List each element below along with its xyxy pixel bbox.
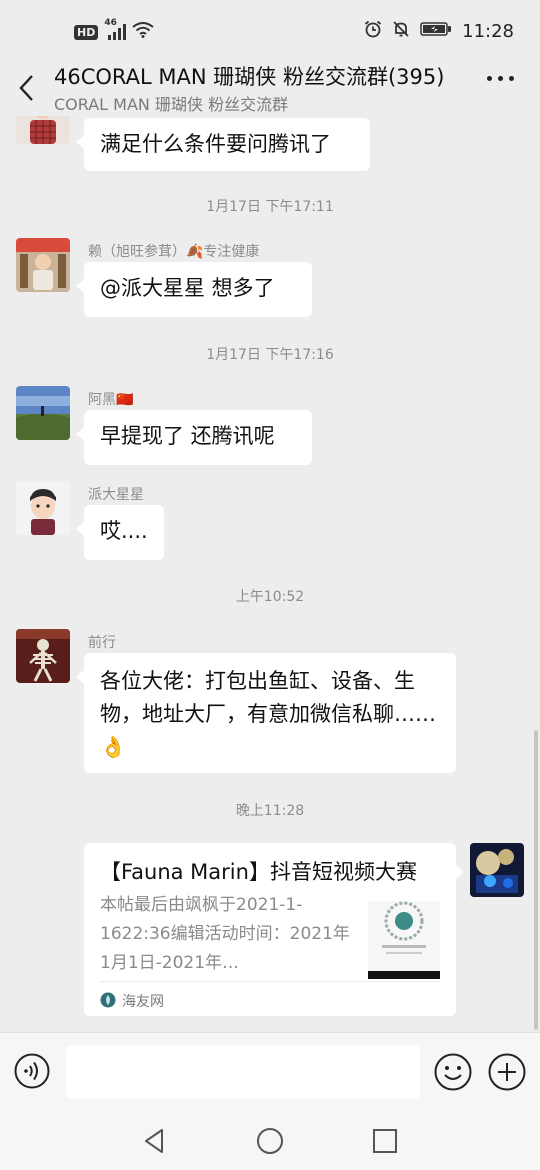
link-card-title: 【Fauna Marin】抖音短视频大赛 bbox=[100, 860, 417, 884]
input-bar bbox=[0, 1032, 540, 1113]
avatar[interactable] bbox=[16, 238, 70, 292]
status-bar: HD 46 11:28 bbox=[0, 0, 540, 64]
system-nav-bar bbox=[0, 1112, 540, 1170]
sender-name: 前行 bbox=[88, 635, 116, 651]
link-card[interactable]: 【Fauna Marin】抖音短视频大赛 本帖最后由飒枫于2021-1-1622… bbox=[84, 843, 464, 1016]
mute-bell-icon bbox=[392, 20, 410, 42]
message-text: @派大星星 想多了 bbox=[100, 276, 275, 300]
chat-title: 46CORAL MAN 珊瑚侠 粉丝交流群(395) bbox=[54, 65, 445, 89]
message-text: 哎.... bbox=[100, 519, 148, 543]
network-indicators: HD 46 bbox=[74, 18, 154, 42]
message-timestamp: 晚上11:28 bbox=[235, 803, 305, 819]
avatar[interactable] bbox=[470, 843, 524, 897]
message-text: 满足什么条件要问腾讯了 bbox=[100, 132, 331, 156]
avatar[interactable] bbox=[16, 629, 70, 683]
sender-name: 派大星星 bbox=[88, 487, 144, 503]
link-card-footer: 海友网 bbox=[100, 981, 440, 1010]
plus-icon[interactable] bbox=[488, 1053, 526, 1091]
sender-name: 赖（旭旺参茸）🍂专注健康 bbox=[88, 244, 260, 260]
message-timestamp: 1月17日 下午17:16 bbox=[206, 347, 334, 363]
hd-badge: HD bbox=[74, 24, 99, 40]
source-logo-icon bbox=[100, 992, 116, 1012]
message-timestamp: 上午10:52 bbox=[235, 589, 305, 605]
avatar[interactable] bbox=[16, 116, 70, 144]
nav-recents-icon[interactable] bbox=[370, 1126, 400, 1156]
clock: 11:28 bbox=[462, 20, 514, 42]
more-dots-icon[interactable] bbox=[487, 76, 514, 81]
message-text: 各位大佬：打包出鱼缸、设备、生物，地址大厂，有意加微信私聊……👌 bbox=[100, 669, 436, 759]
avatar[interactable] bbox=[16, 481, 70, 535]
nav-back-icon[interactable] bbox=[140, 1126, 170, 1156]
message-bubble[interactable]: @派大星星 想多了 bbox=[76, 262, 312, 317]
avatar[interactable] bbox=[16, 386, 70, 440]
chat-header: 46CORAL MAN 珊瑚侠 粉丝交流群(395) CORAL MAN 珊瑚侠… bbox=[0, 58, 540, 116]
message-text: 早提现了 还腾讯呢 bbox=[100, 424, 275, 448]
message-bubble[interactable]: 哎.... bbox=[76, 505, 164, 560]
message-bubble[interactable]: 各位大佬：打包出鱼缸、设备、生物，地址大厂，有意加微信私聊……👌 bbox=[76, 653, 456, 773]
link-card-description: 本帖最后由飒枫于2021-1-1622:36编辑活动时间：2021年1月1日-2… bbox=[100, 895, 350, 973]
emoji-icon[interactable] bbox=[434, 1053, 472, 1091]
message-timestamp: 1月17日 下午17:11 bbox=[206, 199, 334, 215]
sender-name: 阿黑🇨🇳 bbox=[88, 392, 134, 408]
message-input[interactable] bbox=[66, 1045, 420, 1099]
link-card-thumbnail bbox=[368, 901, 440, 979]
chat-subtitle: CORAL MAN 珊瑚侠 粉丝交流群 bbox=[54, 95, 289, 114]
voice-icon[interactable] bbox=[14, 1053, 50, 1089]
alarm-icon bbox=[364, 20, 382, 42]
signal-icon: 46 bbox=[104, 18, 127, 40]
message-list[interactable]: 满足什么条件要问腾讯了 1月17日 下午17:11 赖（旭旺参茸）🍂专注健康 @… bbox=[0, 116, 540, 1032]
message-bubble[interactable]: 满足什么条件要问腾讯了 bbox=[76, 118, 370, 171]
battery-icon bbox=[420, 21, 452, 41]
wifi-icon bbox=[132, 22, 154, 42]
message-bubble[interactable]: 早提现了 还腾讯呢 bbox=[76, 410, 312, 465]
chevron-left-icon[interactable] bbox=[16, 72, 40, 104]
status-right: 11:28 bbox=[364, 20, 514, 42]
nav-home-icon[interactable] bbox=[255, 1126, 285, 1156]
link-card-source: 海友网 bbox=[122, 994, 164, 1010]
scrollbar[interactable] bbox=[534, 730, 538, 1030]
